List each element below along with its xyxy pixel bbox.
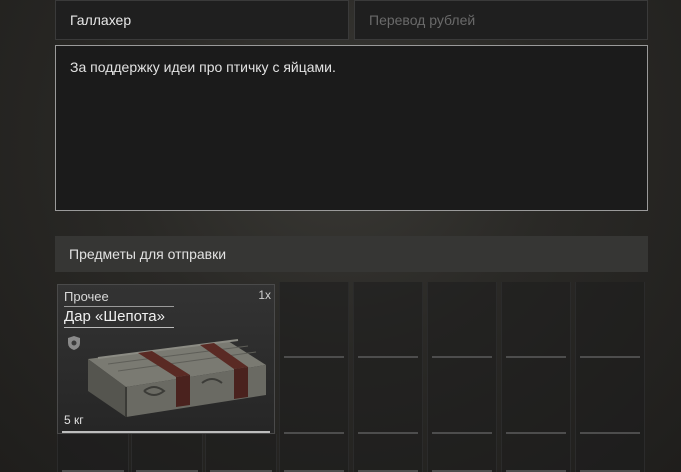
ruble-amount-field[interactable]: Перевод рублей [354,0,648,40]
empty-slot[interactable] [279,358,349,434]
empty-slot[interactable] [501,434,571,472]
empty-slot[interactable] [575,434,645,472]
empty-slot[interactable] [427,282,497,358]
empty-slot[interactable] [353,282,423,358]
recipient-field[interactable]: Галлахер [55,0,349,40]
empty-slot[interactable] [205,434,277,472]
empty-slot[interactable] [353,358,423,434]
items-grid: Прочее Дар «Шепота» 1x 5 кг [55,282,648,472]
item-name: Дар «Шепота» [64,308,165,325]
empty-slot[interactable] [279,282,349,358]
item-quantity: 1x [258,288,271,302]
items-section-header: Предметы для отправки [55,236,648,272]
message-textarea[interactable]: За поддержку идеи про птичку с яйцами. [55,45,648,211]
empty-slot[interactable] [575,358,645,434]
empty-slot[interactable] [57,434,129,472]
empty-slot[interactable] [427,358,497,434]
ruble-amount-placeholder: Перевод рублей [369,12,476,28]
empty-slot[interactable] [279,434,349,472]
recipient-value: Галлахер [70,12,132,28]
message-text: За поддержку идеи про птичку с яйцами. [70,59,336,75]
empty-slot[interactable] [353,434,423,472]
items-section-title: Предметы для отправки [69,246,227,262]
empty-slot[interactable] [575,282,645,358]
empty-slot[interactable] [501,282,571,358]
crate-icon [88,339,266,417]
empty-slot[interactable] [131,434,203,472]
item-card[interactable]: Прочее Дар «Шепота» 1x 5 кг [57,284,275,434]
item-category: Прочее [64,289,174,307]
empty-slot[interactable] [427,434,497,472]
item-weight: 5 кг [64,413,84,427]
empty-slot[interactable] [501,358,571,434]
shield-icon [68,336,80,350]
item-name-underline [64,327,174,328]
